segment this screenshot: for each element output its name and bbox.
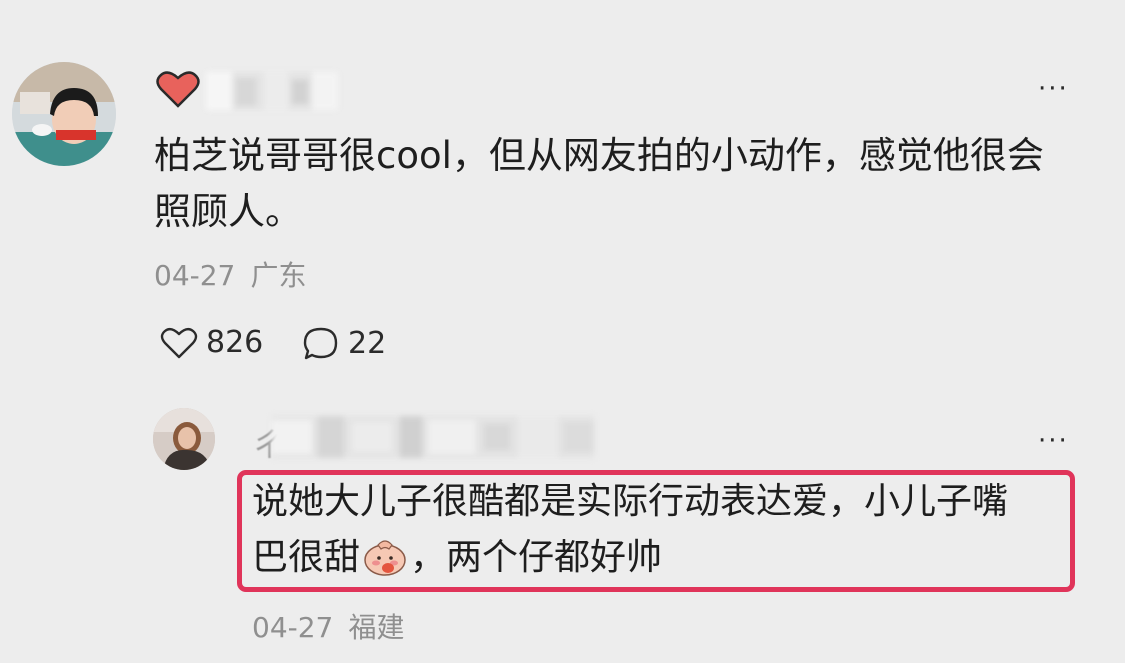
speech-bubble-icon [302, 326, 340, 362]
reply-text-segment-end: ，两个仔都好帅 [410, 537, 663, 578]
reply-meta: 04-27 福建 [252, 614, 404, 642]
reply-more-options-button[interactable]: ··· [1038, 428, 1069, 454]
comment-text: 柏芝说哥哥很cool，但从网友拍的小动作，感觉他很会 照顾人。 [154, 134, 1044, 233]
reply-button[interactable]: 22 [302, 326, 386, 362]
like-button[interactable]: 826 [160, 326, 263, 360]
reply-date: 04-27 [252, 611, 334, 644]
reply-text-line-2: 巴很甜 ，两个仔都好帅 [252, 530, 1072, 586]
reply-text-line-1: 说她大儿子很酷都是实际行动表达爱，小儿子嘴 [252, 481, 1009, 522]
username-blurred [206, 72, 338, 110]
reply-text-segment: 巴很甜 [252, 537, 361, 578]
like-count: 826 [206, 325, 264, 360]
reply-count: 22 [348, 326, 387, 361]
heart-outline-icon [160, 326, 198, 360]
reply-username-blurred [272, 416, 594, 458]
more-options-button[interactable]: ··· [1038, 76, 1069, 102]
comment-date: 04-27 [154, 259, 236, 292]
reply-location: 福建 [348, 611, 405, 644]
comment-location: 广东 [250, 259, 307, 292]
blushing-emoji-icon [362, 537, 408, 577]
reply-avatar[interactable] [153, 408, 215, 470]
reply-text: 说她大儿子很酷都是实际行动表达爱，小儿子嘴 巴很甜 ，两个仔都好帅 [252, 474, 1072, 586]
comment-meta: 04-27 广东 [154, 262, 306, 290]
avatar[interactable] [12, 62, 116, 166]
heart-badge-icon [156, 70, 200, 108]
